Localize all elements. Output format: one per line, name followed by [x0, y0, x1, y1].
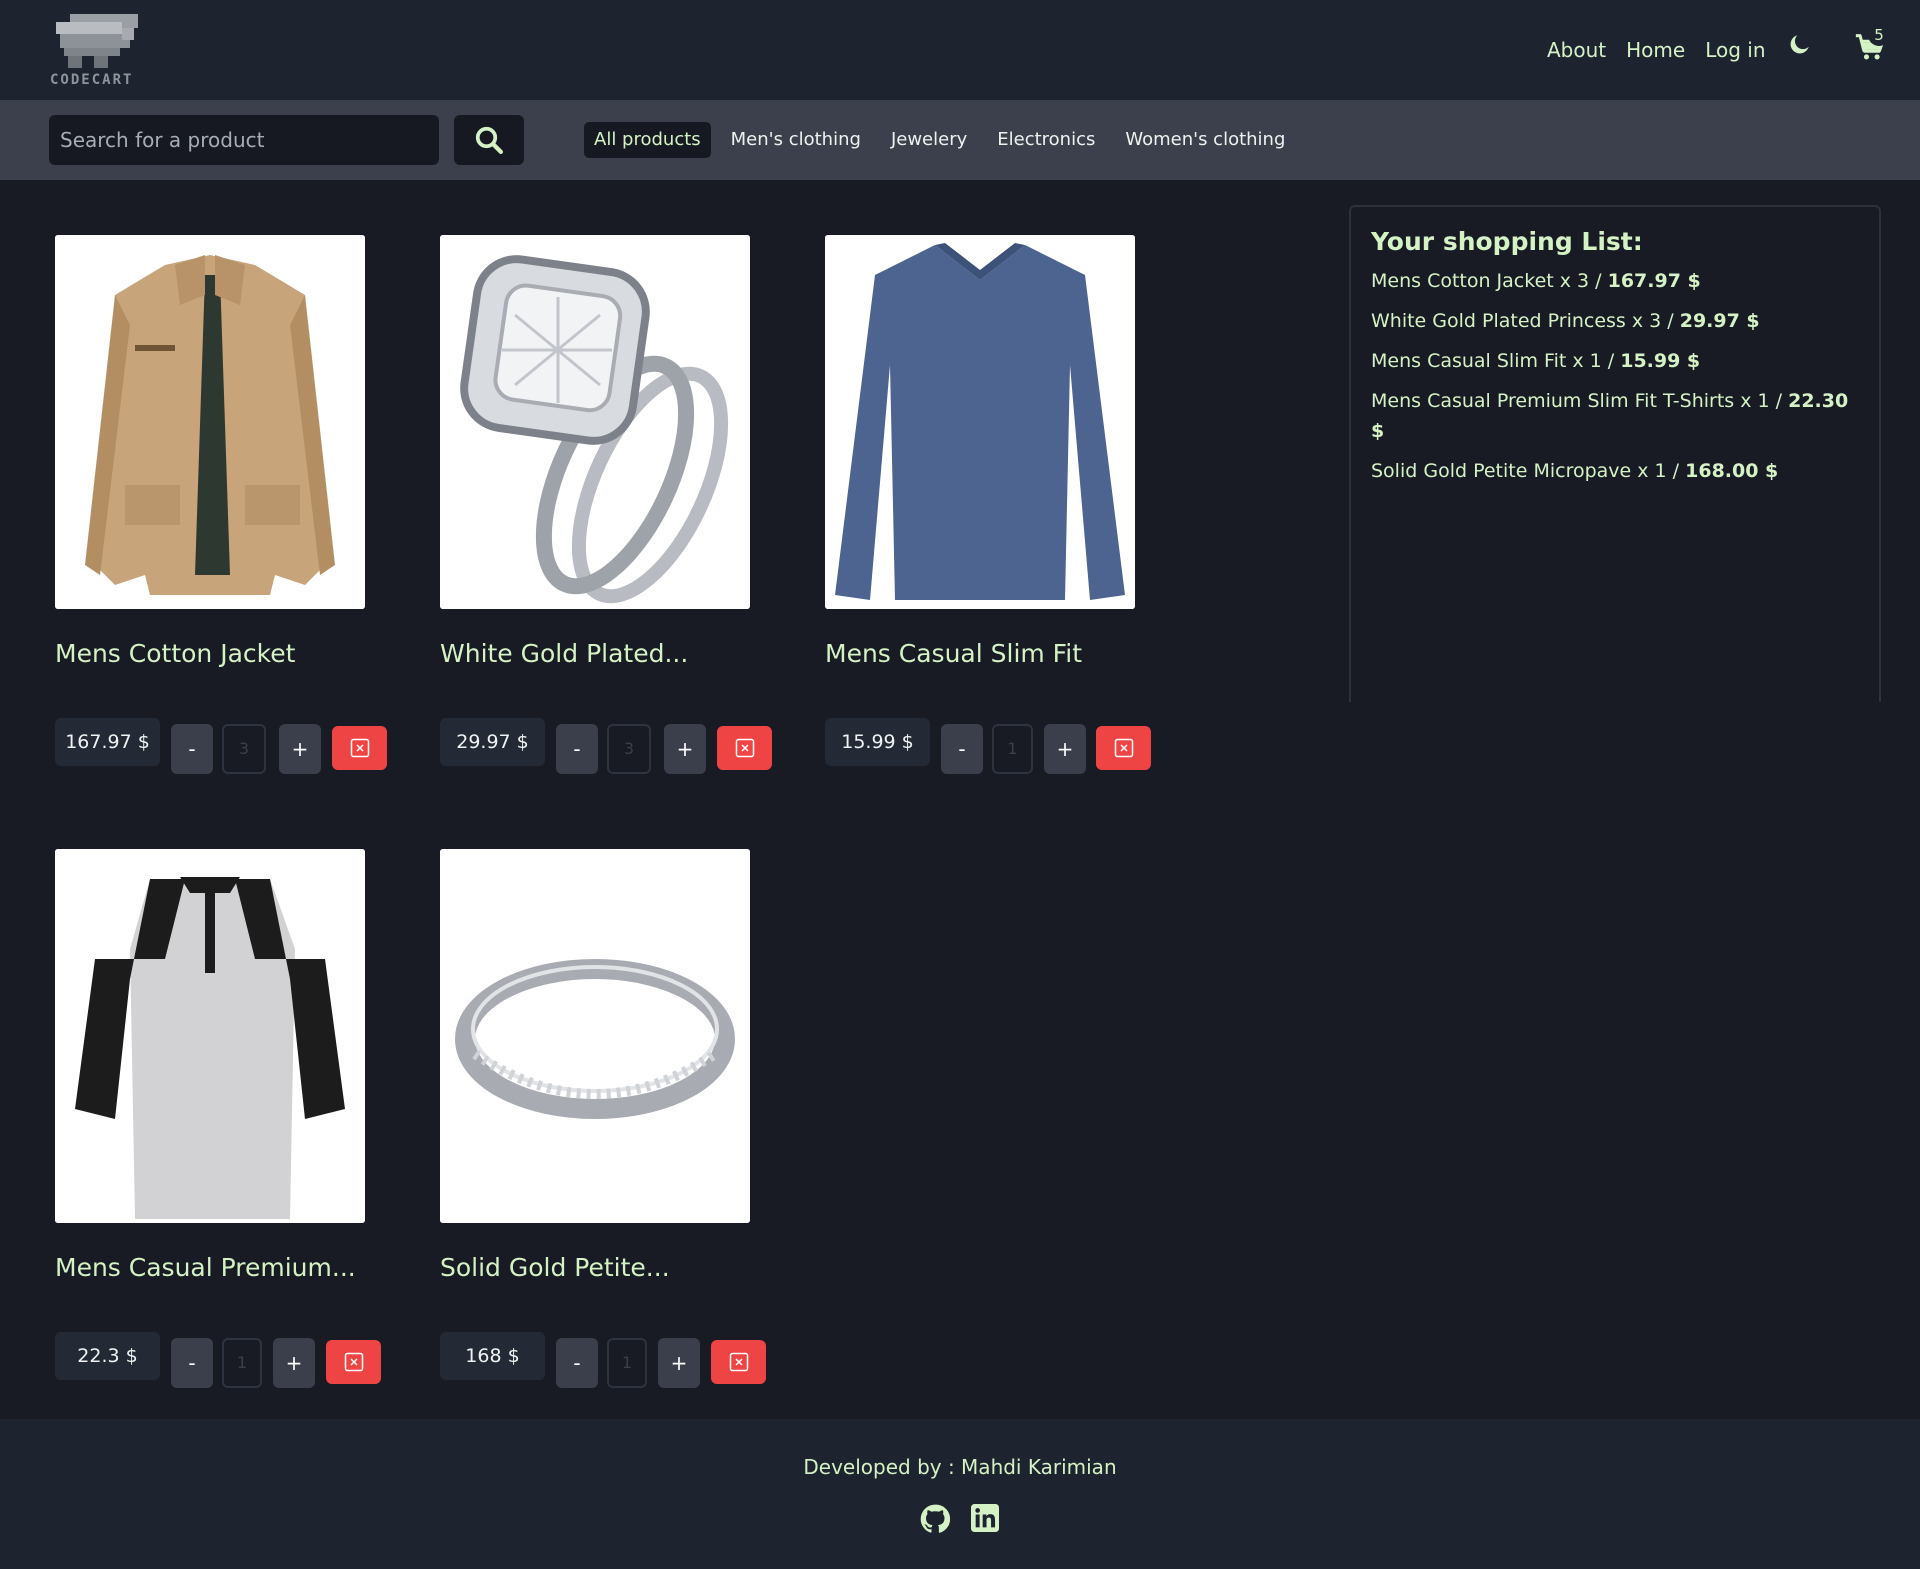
nav-login[interactable]: Log in	[1705, 38, 1765, 62]
toolbar: All products Men's clothing Jewelery Ele…	[0, 100, 1920, 180]
search-input[interactable]	[49, 115, 439, 165]
list-item: Mens Cotton Jacket x 3 / 167.97 $	[1371, 270, 1701, 292]
linkedin-icon[interactable]	[971, 1504, 999, 1532]
product-title[interactable]: Mens Cotton Jacket	[55, 639, 295, 668]
product-controls: 22.3 $ - 1 +	[55, 1332, 425, 1388]
decrement-button[interactable]: -	[556, 1338, 598, 1388]
category-tabs: All products Men's clothing Jewelery Ele…	[584, 122, 1305, 158]
increment-button[interactable]: +	[658, 1338, 700, 1388]
product-controls: 15.99 $ - 1 +	[825, 718, 1195, 774]
remove-button[interactable]	[326, 1340, 381, 1384]
product-controls: 29.97 $ - 3 +	[440, 718, 810, 774]
list-item: Mens Casual Premium Slim Fit T-Shirts x …	[1371, 390, 1849, 442]
price-tag: 15.99 $	[825, 718, 930, 766]
ring-image	[440, 235, 750, 609]
tshirt-image	[825, 235, 1135, 609]
search-icon	[475, 126, 503, 154]
product-image[interactable]	[55, 849, 365, 1223]
decrement-button[interactable]: -	[556, 724, 598, 774]
close-icon	[350, 738, 369, 758]
tab-mens-clothing[interactable]: Men's clothing	[721, 122, 871, 158]
list-item: White Gold Plated Princess x 3 / 29.97 $	[1371, 310, 1760, 332]
price-tag: 29.97 $	[440, 718, 545, 766]
price-tag: 167.97 $	[55, 718, 160, 766]
decrement-button[interactable]: -	[171, 1338, 213, 1388]
product-title[interactable]: White Gold Plated...	[440, 639, 688, 668]
codecart-logo-icon	[56, 14, 138, 68]
increment-button[interactable]: +	[1044, 724, 1086, 774]
quantity-field[interactable]: 1	[992, 724, 1033, 774]
close-icon	[729, 1352, 748, 1372]
close-icon	[735, 738, 754, 758]
github-icon[interactable]	[920, 1504, 950, 1534]
product-image[interactable]	[440, 849, 750, 1223]
quantity-field[interactable]: 3	[607, 724, 651, 774]
nav-home[interactable]: Home	[1626, 38, 1685, 62]
search-button[interactable]	[454, 115, 524, 165]
product-card: Mens Cotton Jacket 167.97 $ - 3 +	[55, 235, 425, 795]
logo-text: CODECART	[50, 72, 134, 88]
product-card: White Gold Plated... 29.97 $ - 3 +	[440, 235, 810, 795]
close-icon	[344, 1352, 363, 1372]
product-controls: 167.97 $ - 3 +	[55, 718, 425, 774]
shopping-list-title: Your shopping List:	[1371, 227, 1643, 256]
increment-button[interactable]: +	[279, 724, 321, 774]
shopping-list-panel: Your shopping List: Mens Cotton Jacket x…	[1349, 205, 1881, 702]
list-item: Solid Gold Petite Micropave x 1 / 168.00…	[1371, 460, 1779, 482]
moon-icon[interactable]	[1787, 31, 1813, 57]
decrement-button[interactable]: -	[171, 724, 213, 774]
increment-button[interactable]: +	[273, 1338, 315, 1388]
tab-jewelery[interactable]: Jewelery	[881, 122, 977, 158]
product-image[interactable]	[440, 235, 750, 609]
product-title[interactable]: Solid Gold Petite...	[440, 1253, 670, 1282]
remove-button[interactable]	[711, 1340, 766, 1384]
footer: Developed by : Mahdi Karimian	[0, 1419, 1920, 1569]
quantity-field[interactable]: 1	[607, 1338, 647, 1388]
tab-electronics[interactable]: Electronics	[987, 122, 1105, 158]
product-card: Mens Casual Premium... 22.3 $ - 1 +	[55, 849, 425, 1409]
product-card: Mens Casual Slim Fit 15.99 $ - 1 +	[825, 235, 1195, 795]
jacket-image	[55, 235, 365, 609]
price-tag: 22.3 $	[55, 1332, 160, 1380]
tab-womens-clothing[interactable]: Women's clothing	[1115, 122, 1295, 158]
price-tag: 168 $	[440, 1332, 545, 1380]
cart-count-badge: 5	[1868, 24, 1890, 46]
logo[interactable]: CODECART	[48, 12, 148, 92]
tab-all-products[interactable]: All products	[584, 122, 711, 158]
list-item: Mens Casual Slim Fit x 1 / 15.99 $	[1371, 350, 1701, 372]
product-image[interactable]	[55, 235, 365, 609]
product-title[interactable]: Mens Casual Slim Fit	[825, 639, 1082, 668]
raglan-shirt-image	[55, 849, 365, 1223]
header: CODECART About Home Log in 5	[0, 0, 1920, 100]
decrement-button[interactable]: -	[941, 724, 983, 774]
product-controls: 168 $ - 1 +	[440, 1332, 810, 1388]
remove-button[interactable]	[717, 726, 772, 770]
remove-button[interactable]	[1096, 726, 1151, 770]
quantity-field[interactable]: 3	[222, 724, 266, 774]
product-card: Solid Gold Petite... 168 $ - 1 +	[440, 849, 810, 1409]
developer-credit: Developed by : Mahdi Karimian	[803, 1455, 1117, 1479]
product-grid: Mens Cotton Jacket 167.97 $ - 3 + White …	[55, 235, 1355, 1388]
band-ring-image	[440, 849, 750, 1223]
remove-button[interactable]	[332, 726, 387, 770]
product-image[interactable]	[825, 235, 1135, 609]
close-icon	[1114, 738, 1133, 758]
increment-button[interactable]: +	[664, 724, 706, 774]
quantity-field[interactable]: 1	[222, 1338, 262, 1388]
nav-about[interactable]: About	[1547, 38, 1606, 62]
product-title[interactable]: Mens Casual Premium...	[55, 1253, 356, 1282]
